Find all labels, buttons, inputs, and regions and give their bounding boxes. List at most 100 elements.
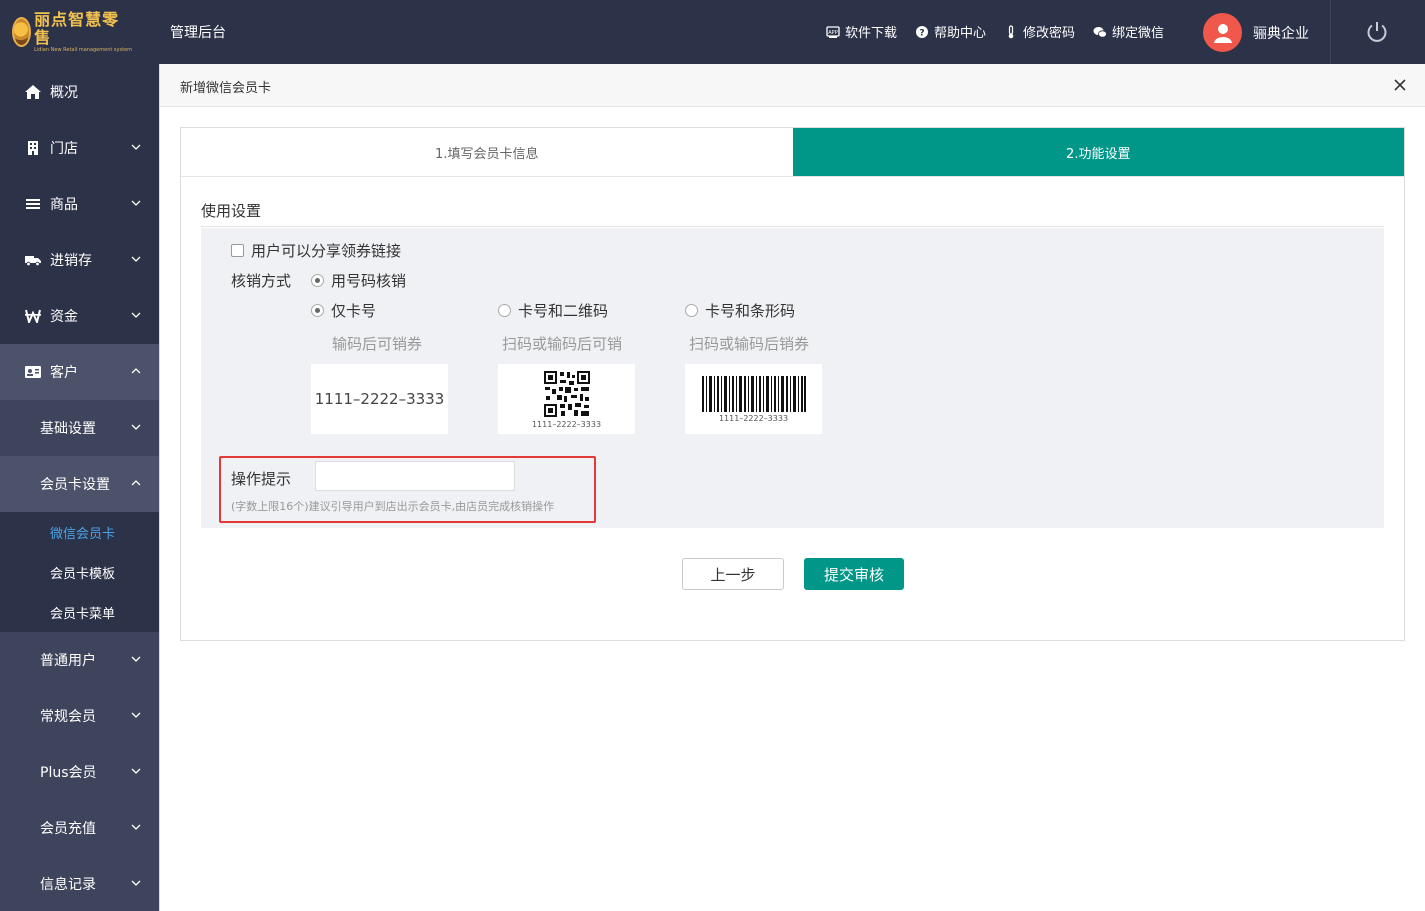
- chevron-down-icon: [131, 824, 141, 830]
- power-icon[interactable]: [1365, 20, 1389, 44]
- logo-subtitle: Lidian New Retail management system: [34, 46, 132, 53]
- section-title: 使用设置: [201, 202, 262, 220]
- main-content: 新增微信会员卡 1.填写会员卡信息 2.功能设置 使用设置 用户可以分享领券链接…: [159, 64, 1425, 911]
- verify-method-label: 核销方式: [231, 272, 292, 290]
- chevron-up-icon: [131, 480, 141, 486]
- sidebar-sub-label: 信息记录: [40, 877, 96, 893]
- sidebar-sub-label: 基础设置: [40, 421, 96, 437]
- sidebar-item-overview[interactable]: 概况: [0, 64, 159, 120]
- option-card-barcode-head[interactable]: 卡号和条形码: [685, 300, 865, 321]
- sidebar-item-funds[interactable]: 资金: [0, 288, 159, 344]
- sidebar-item-store[interactable]: 门店: [0, 120, 159, 176]
- sidebar-item-label: 客户: [50, 365, 78, 381]
- operation-hint-input[interactable]: [315, 461, 515, 491]
- sidebar-item-label: 进销存: [50, 253, 92, 269]
- sidebar-sub-label: Plus会员: [40, 765, 97, 781]
- brand-logo[interactable]: 丽点智慧零售 Lidian New Retail management syst…: [12, 10, 132, 53]
- admin-title: 管理后台: [170, 25, 226, 41]
- share-coupon-option[interactable]: 用户可以分享领券链接: [231, 240, 401, 261]
- option-label: 卡号和二维码: [518, 302, 609, 320]
- tab-function-settings[interactable]: 2.功能设置: [792, 128, 1404, 176]
- preview-card-number: 1111–2222–3333: [311, 364, 448, 434]
- help-icon: ?: [916, 25, 929, 38]
- header-divider: [1330, 0, 1331, 64]
- wechat-icon: [1093, 26, 1107, 38]
- qrcode-icon: [542, 369, 591, 418]
- share-coupon-checkbox[interactable]: [231, 244, 244, 257]
- option-card-qrcode-head[interactable]: 卡号和二维码: [498, 300, 678, 321]
- option-label: 仅卡号: [331, 302, 377, 320]
- svg-text:?: ?: [919, 28, 924, 38]
- share-coupon-label: 用户可以分享领券链接: [251, 242, 402, 260]
- sidebar-item-inventory[interactable]: 进销存: [0, 232, 159, 288]
- chevron-up-icon: [131, 368, 141, 374]
- bind-wechat-link[interactable]: 绑定微信: [1093, 22, 1164, 41]
- thermometer-icon: [1008, 24, 1014, 38]
- verify-method-row: 核销方式 用号码核销: [231, 270, 406, 291]
- tab-card-info[interactable]: 1.填写会员卡信息: [181, 128, 793, 176]
- operation-hint-highlight: 操作提示 (字数上限16个)建议引导用户到店出示会员卡,由店员完成核销操作: [219, 456, 596, 523]
- change-password-link[interactable]: 修改密码: [1004, 22, 1075, 41]
- avatar[interactable]: [1203, 13, 1242, 52]
- option-card-number-only: 仅卡号 输码后可销券 1111–2222–3333: [311, 300, 491, 434]
- card-number-text: 1111–2222–3333: [314, 390, 445, 408]
- barcode-icon: [701, 375, 806, 412]
- sidebar-leaf-card-menu[interactable]: 会员卡菜单: [0, 592, 159, 632]
- sidebar-sub-info-records[interactable]: 信息记录: [0, 856, 159, 911]
- option-card-barcode-radio[interactable]: [685, 304, 698, 317]
- truck-icon: [24, 251, 42, 269]
- list-icon: [24, 195, 42, 213]
- home-icon: [24, 83, 42, 101]
- sidebar-sub-regular-members[interactable]: 常规会员: [0, 688, 159, 744]
- sidebar-item-customer[interactable]: 客户: [0, 344, 159, 400]
- operation-hint-note: (字数上限16个)建议引导用户到店出示会员卡,由店员完成核销操作: [231, 500, 555, 513]
- sidebar-sub-normal-users[interactable]: 普通用户: [0, 632, 159, 688]
- sidebar-sub-plus-members[interactable]: Plus会员: [0, 744, 159, 800]
- close-icon[interactable]: [1393, 78, 1407, 92]
- sidebar-sub-member-recharge[interactable]: 会员充值: [0, 800, 159, 856]
- chevron-down-icon: [131, 256, 141, 262]
- help-center-link[interactable]: ? 帮助中心: [915, 22, 986, 41]
- option-desc: 扫码或输码后可销: [502, 335, 623, 353]
- svg-text:APP: APP: [828, 30, 837, 36]
- chevron-down-icon: [131, 312, 141, 318]
- option-card-number-only-head[interactable]: 仅卡号: [311, 300, 491, 321]
- sidebar-item-label: 资金: [50, 309, 78, 325]
- store-icon: [24, 139, 42, 157]
- sidebar-leaf-group: 微信会员卡 会员卡模板 会员卡菜单: [0, 512, 159, 632]
- submit-review-button[interactable]: 提交审核: [804, 558, 904, 590]
- previous-step-button[interactable]: 上一步: [682, 558, 784, 590]
- change-password-label: 修改密码: [1023, 26, 1076, 41]
- sidebar-leaf-wechat-card[interactable]: 微信会员卡: [0, 512, 159, 552]
- help-center-label: 帮助中心: [934, 26, 987, 41]
- section-divider: [201, 226, 1384, 227]
- software-download-link[interactable]: APP 软件下载: [826, 22, 897, 41]
- sidebar-sub-member-card-settings[interactable]: 会员卡设置: [0, 456, 159, 512]
- verify-by-code-radio[interactable]: [311, 274, 325, 287]
- chevron-down-icon: [131, 768, 141, 774]
- company-name[interactable]: 骊典企业: [1253, 23, 1309, 43]
- preview-card-qrcode: 1111–2222–3333: [498, 364, 635, 434]
- option-card-qrcode-radio[interactable]: [498, 304, 511, 317]
- operation-hint-label: 操作提示: [231, 470, 292, 488]
- sidebar-sub-label: 会员卡设置: [40, 477, 110, 493]
- bind-wechat-label: 绑定微信: [1112, 26, 1165, 41]
- user-icon: [1213, 23, 1232, 43]
- option-card-barcode: 卡号和条形码 扫码或输码后销券 1111–2222–3333: [685, 300, 865, 434]
- chevron-down-icon: [131, 656, 141, 662]
- sidebar-item-label: 门店: [50, 141, 78, 157]
- option-desc: 扫码或输码后销券: [689, 335, 810, 353]
- chevron-down-icon: [131, 712, 141, 718]
- barcode-number-text: 1111–2222–3333: [718, 413, 789, 423]
- qrcode-number-text: 1111–2222–3333: [531, 419, 602, 429]
- option-card-qrcode: 卡号和二维码 扫码或输码后可销 1111–2222–3333: [498, 300, 678, 434]
- sidebar-leaf-card-template[interactable]: 会员卡模板: [0, 552, 159, 592]
- sidebar-sub-label: 常规会员: [40, 709, 96, 725]
- option-label: 卡号和条形码: [705, 302, 796, 320]
- option-card-number-only-radio[interactable]: [311, 304, 324, 317]
- sidebar-item-goods[interactable]: 商品: [0, 176, 159, 232]
- chevron-down-icon: [131, 200, 141, 206]
- top-links: APP 软件下载 ? 帮助中心 修改密码 绑定微信: [826, 22, 1164, 41]
- dialog-header: 新增微信会员卡: [160, 64, 1425, 107]
- sidebar-sub-basic-settings[interactable]: 基础设置: [0, 400, 159, 456]
